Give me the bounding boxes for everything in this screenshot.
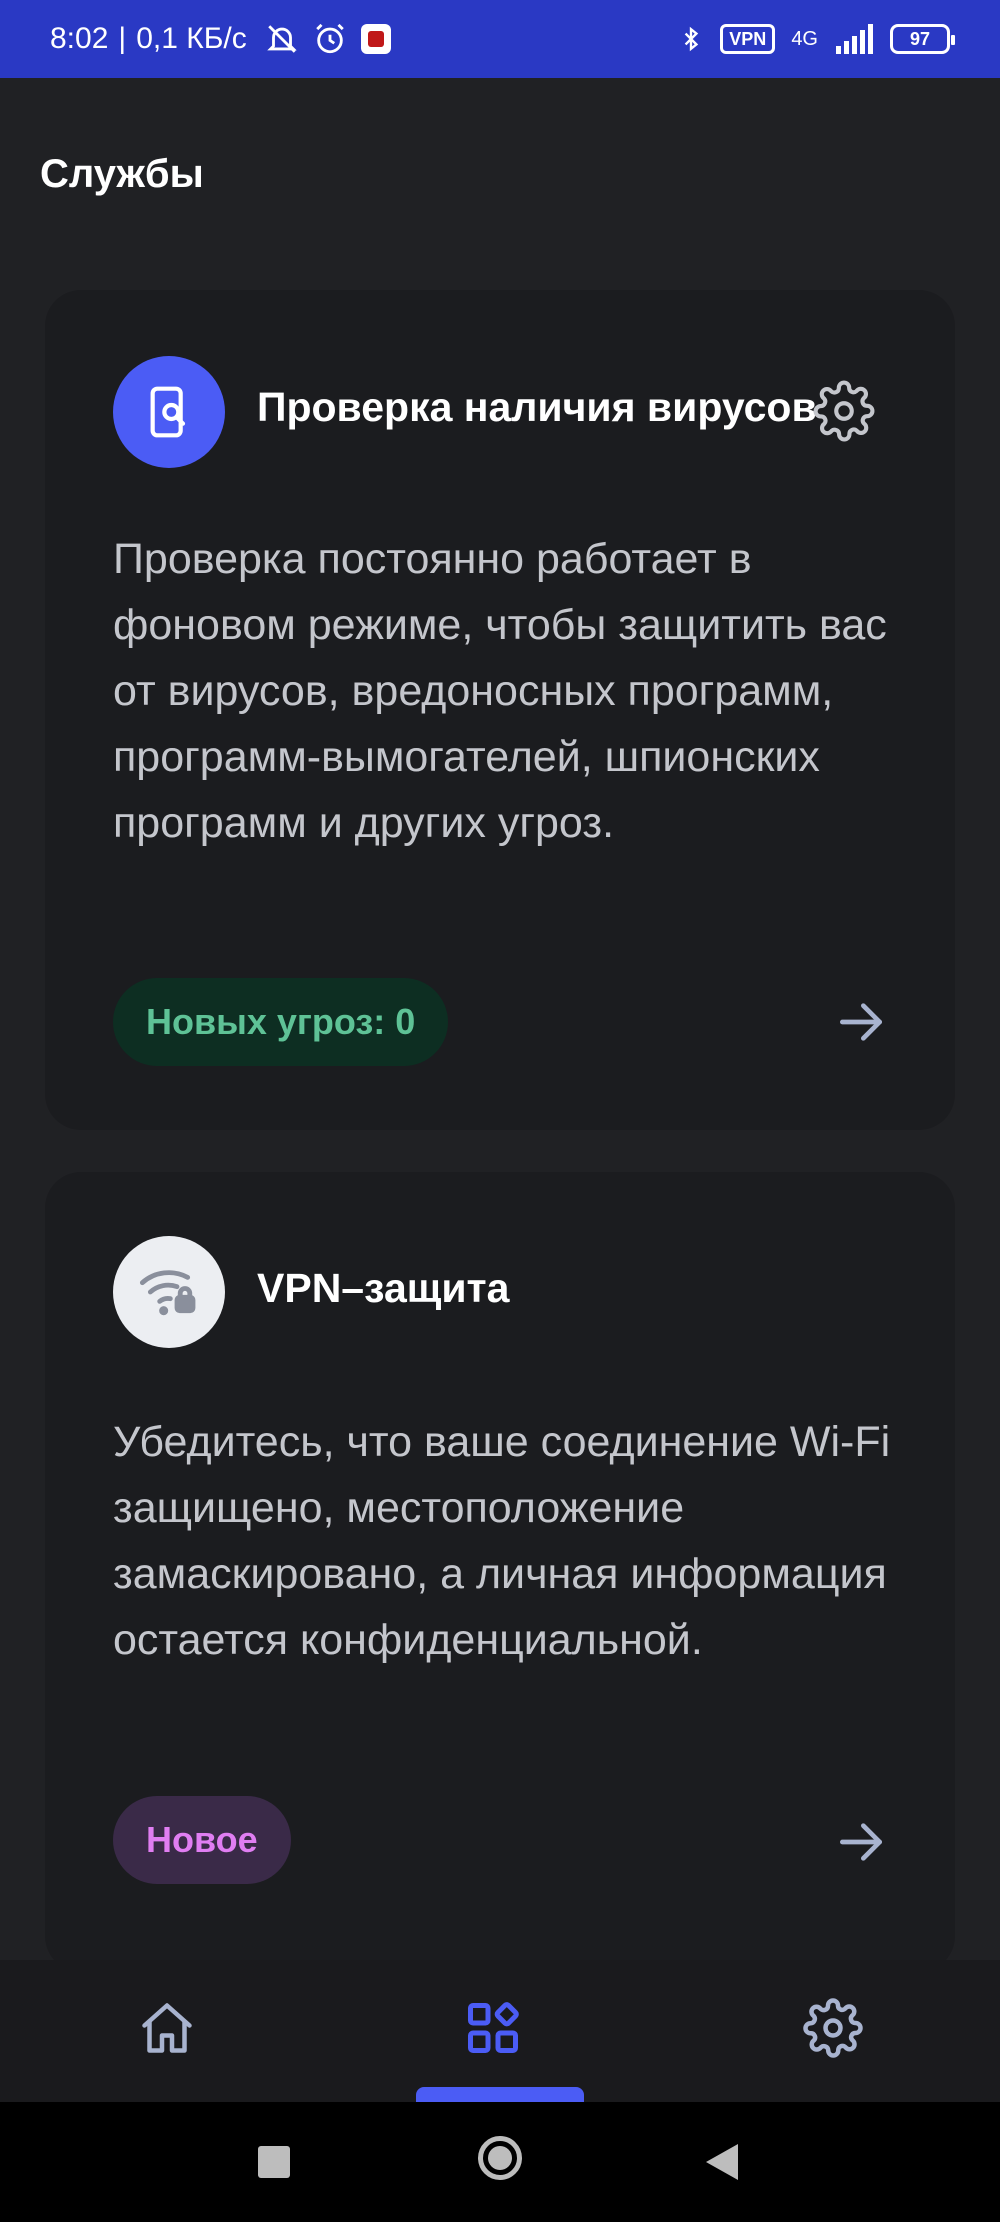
status-separator: |	[118, 22, 127, 55]
status-left: 8:02 | 0,1 КБ/с	[50, 22, 391, 56]
back-button[interactable]	[706, 2144, 738, 2180]
vpn-card[interactable]: VPN–защита Убедитесь, что ваше соединени…	[45, 1172, 955, 1972]
card-description: Убедитесь, что ваше соединение Wi-Fi защ…	[113, 1418, 891, 1664]
device-scan-icon	[113, 356, 225, 468]
new-badge: Новое	[113, 1796, 291, 1884]
system-nav-bar	[0, 2102, 1000, 2222]
services-icon[interactable]	[463, 1998, 523, 2058]
battery-icon: 97	[890, 24, 955, 54]
vpn-status-icon: VPN	[720, 24, 776, 54]
status-network-speed: 0,1 КБ/с	[136, 22, 247, 55]
page-title: Службы	[40, 152, 204, 196]
status-icons-left	[265, 22, 391, 56]
home-icon[interactable]	[137, 1998, 197, 2058]
alarm-icon	[315, 23, 344, 54]
arrow-right-icon[interactable]	[833, 994, 889, 1050]
bottom-nav	[0, 1960, 1000, 2102]
network-type: 4G	[791, 27, 818, 50]
mcafee-app-icon	[360, 24, 391, 54]
home-button[interactable]	[478, 2136, 522, 2180]
muted-bell-icon	[266, 25, 297, 53]
bluetooth-icon	[685, 26, 699, 52]
status-bar: 8:02 | 0,1 КБ/с VPN 4G 97	[0, 0, 1000, 78]
settings-icon[interactable]	[803, 1998, 863, 2058]
gear-icon[interactable]	[813, 380, 875, 442]
recents-button[interactable]	[258, 2146, 290, 2178]
arrow-right-icon[interactable]	[833, 1814, 889, 1870]
status-time: 8:02	[50, 22, 109, 55]
virus-scan-card[interactable]: Проверка наличия вирусов Проверка постоя…	[45, 290, 955, 1130]
threats-badge: Новых угроз: 0	[113, 978, 449, 1066]
active-tab-indicator	[416, 2087, 584, 2102]
signal-icon	[836, 24, 873, 54]
card-description: Проверка постоянно работает в фоновом ре…	[113, 535, 887, 847]
status-right: VPN 4G 97	[678, 22, 955, 56]
wifi-lock-icon	[113, 1236, 225, 1348]
card-title: Проверка наличия вирусов	[257, 384, 817, 430]
card-title: VPN–защита	[257, 1265, 510, 1311]
battery-level: 97	[909, 28, 931, 49]
